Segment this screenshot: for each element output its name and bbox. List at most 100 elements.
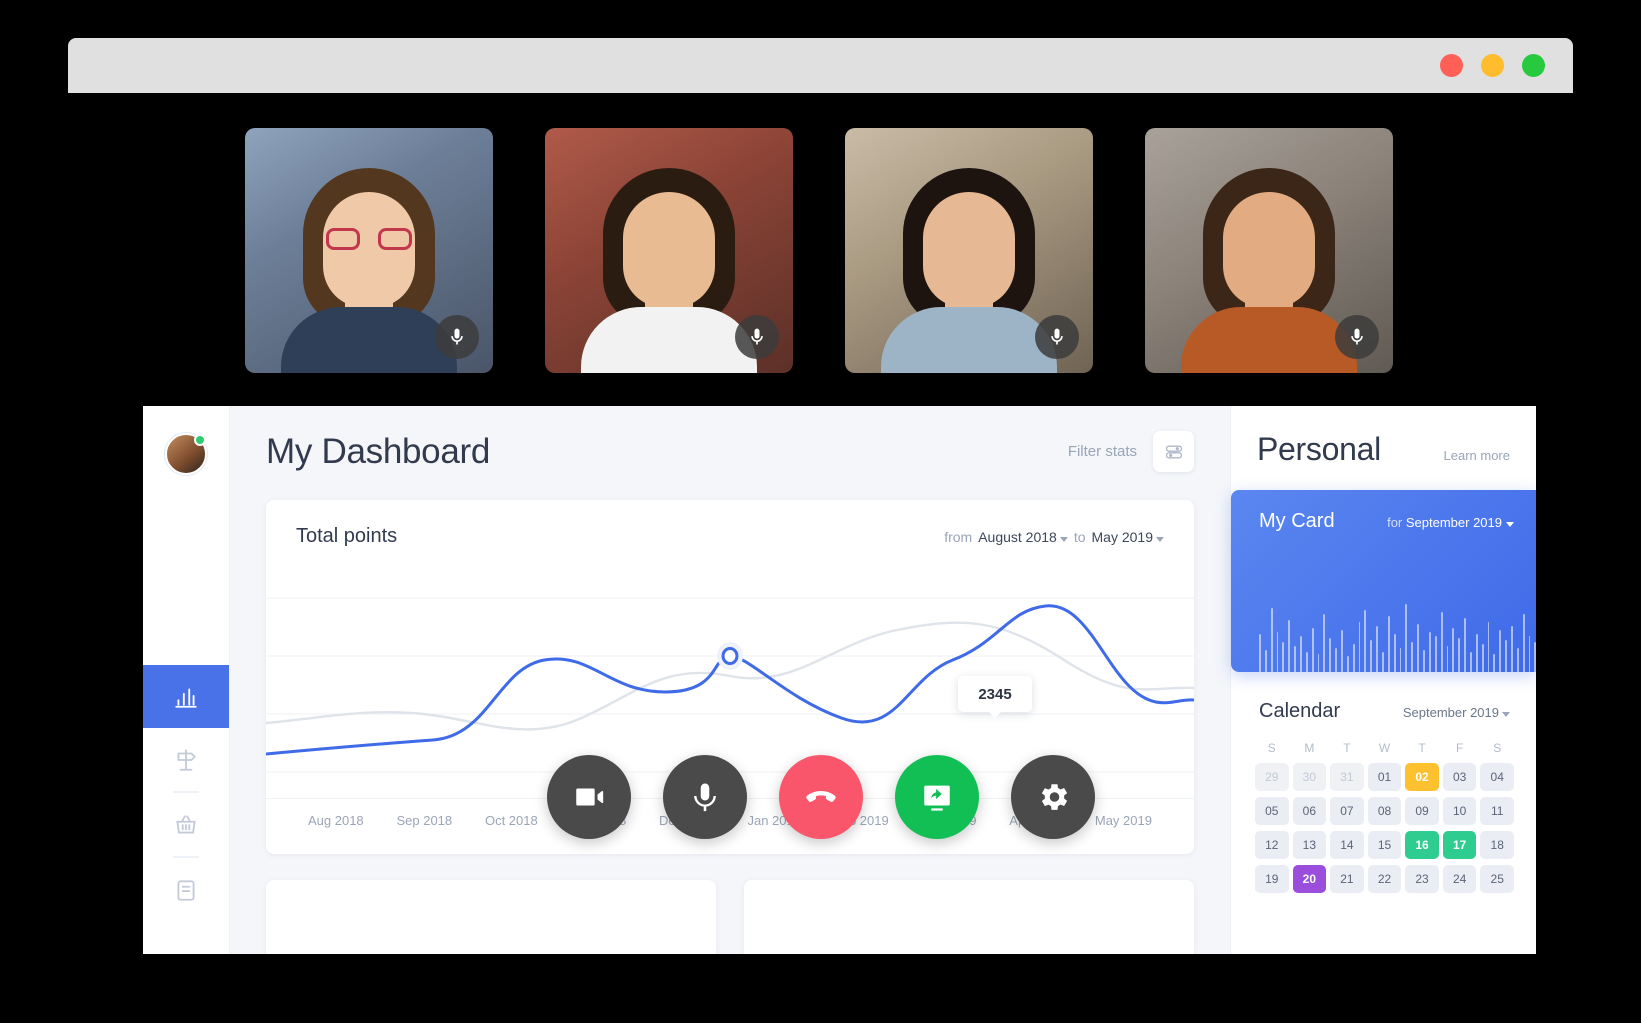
sparkline-bar [1428, 632, 1431, 672]
calendar-day[interactable]: 23 [1405, 865, 1439, 893]
close-window-button[interactable] [1440, 54, 1463, 77]
microphone-icon[interactable] [1335, 315, 1379, 359]
sparkline-bar [1405, 604, 1408, 672]
video-participant-tile[interactable] [545, 128, 793, 373]
dashboard-app-window: My Dashboard Filter stats Total points f… [143, 406, 1536, 954]
calendar-day[interactable]: 22 [1367, 865, 1402, 893]
sparkline-bar [1475, 634, 1478, 672]
participant-portrait [581, 158, 757, 373]
sidebar-item-reports[interactable] [143, 858, 229, 921]
sparkline-bar [1528, 636, 1531, 672]
maximize-window-button[interactable] [1522, 54, 1545, 77]
sparkline-bar [1270, 608, 1273, 672]
sparkline-bar [1382, 652, 1384, 672]
chart-tooltip: 2345 [958, 676, 1032, 718]
calendar-title: Calendar [1259, 700, 1341, 722]
traffic-lights [1440, 54, 1545, 77]
to-date-dropdown[interactable]: May 2019 [1092, 529, 1164, 545]
sparkline-bar [1323, 614, 1326, 672]
calendar-day[interactable]: 19 [1255, 865, 1289, 893]
call-control-bar [0, 755, 1641, 839]
phone-hangup-icon [805, 791, 836, 802]
for-value: September 2019 [1405, 515, 1502, 530]
page-title: My Dashboard [266, 431, 491, 471]
sparkline-bar [1458, 638, 1461, 672]
sparkline-bar [1364, 610, 1367, 672]
my-card-title: My Card [1259, 510, 1335, 532]
sparkline-bar [1341, 630, 1343, 672]
my-card-widget[interactable]: My Card for September 2019 [1231, 490, 1536, 672]
chart-active-point [723, 649, 737, 664]
settings-button[interactable] [1010, 755, 1095, 839]
video-participant-tile[interactable] [1145, 128, 1393, 373]
sparkline-bar [1487, 622, 1490, 672]
sparkline-bar [1434, 636, 1437, 672]
dashboard-main: My Dashboard Filter stats Total points f… [230, 406, 1230, 954]
avatar[interactable] [165, 433, 207, 475]
video-participant-grid [245, 128, 1393, 373]
sparkline-bar [1358, 622, 1361, 672]
sidebar-item-analytics[interactable] [143, 665, 229, 728]
sparkline-bar [1423, 650, 1425, 672]
microphone-icon[interactable] [735, 315, 779, 359]
microphone-icon[interactable] [435, 315, 479, 359]
card-header: Total points from August 2018 to May 201… [266, 500, 1194, 568]
sparkline-bar [1534, 642, 1536, 672]
video-camera-icon [575, 788, 603, 806]
my-card-sparkline [1259, 564, 1536, 672]
my-card-period-dropdown[interactable]: for September 2019 [1387, 515, 1514, 530]
sparkline-bar [1516, 648, 1519, 672]
sparkline-bar [1505, 640, 1507, 672]
sparkline-bar [1264, 650, 1267, 672]
end-call-button[interactable] [778, 755, 863, 839]
toggle-camera-button[interactable] [546, 755, 631, 839]
calendar-month-dropdown[interactable]: September 2019 [1403, 705, 1510, 720]
sidebar-rail [143, 406, 230, 954]
video-participant-tile[interactable] [845, 128, 1093, 373]
calendar-day[interactable]: 25 [1480, 865, 1514, 893]
sparkline-bar [1417, 624, 1420, 672]
share-screen-button[interactable] [894, 755, 979, 839]
gear-icon [1041, 784, 1067, 810]
microphone-icon[interactable] [1035, 315, 1079, 359]
to-label: to [1073, 528, 1086, 545]
sparkline-bar [1311, 628, 1314, 672]
sparkline-bar [1499, 630, 1502, 672]
participant-portrait [1181, 158, 1357, 373]
sparkline-bar [1352, 644, 1355, 672]
calendar-day[interactable]: 21 [1330, 865, 1364, 893]
personal-panel: Personal Learn more My Card for Septembe… [1230, 406, 1536, 954]
browser-window-chrome [68, 38, 1573, 93]
from-date-dropdown[interactable]: August 2018 [978, 529, 1068, 545]
chart-series-current [266, 606, 1194, 754]
secondary-cards-row [266, 880, 1194, 954]
sparkline-bar [1469, 652, 1472, 672]
chevron-down-icon [1502, 712, 1510, 717]
date-range-selector: from August 2018 to May 2019 [944, 529, 1164, 545]
sparkline-bar [1259, 634, 1261, 672]
sparkline-bar [1440, 612, 1443, 672]
secondary-card[interactable] [266, 880, 716, 954]
for-label: for [1387, 515, 1403, 530]
secondary-card[interactable] [744, 880, 1194, 954]
screen-share-icon [923, 785, 950, 811]
chart-series-previous [266, 623, 1194, 730]
video-participant-tile[interactable] [245, 128, 493, 373]
sparkline-bar [1294, 646, 1297, 672]
sparkline-bar [1282, 642, 1285, 672]
card-title: Total points [296, 525, 398, 547]
minimize-window-button[interactable] [1481, 54, 1504, 77]
sparkline-bar [1452, 628, 1455, 672]
filter-stats-button[interactable] [1153, 431, 1194, 472]
sparkline-bar [1493, 654, 1496, 672]
learn-more-link[interactable]: Learn more [1444, 448, 1510, 463]
calendar-day[interactable]: 24 [1442, 865, 1477, 893]
toggle-microphone-button[interactable] [662, 755, 747, 839]
chevron-down-icon [1506, 522, 1514, 527]
sparkline-bar [1300, 636, 1302, 672]
sparkline-bar [1399, 648, 1402, 672]
sparkline-bar [1481, 644, 1484, 672]
sparkline-bar [1305, 652, 1308, 672]
participant-portrait [281, 158, 457, 373]
calendar-day[interactable]: 20 [1292, 865, 1327, 893]
